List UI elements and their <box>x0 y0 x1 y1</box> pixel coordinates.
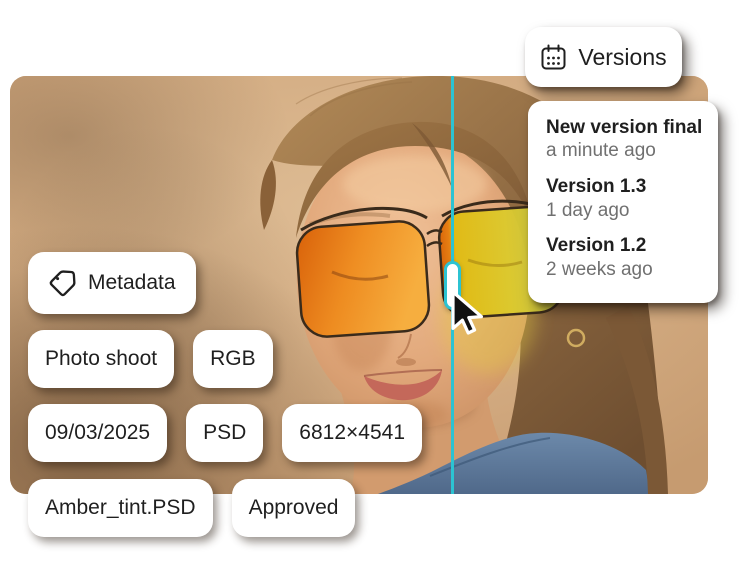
version-title: New version final <box>546 117 700 139</box>
chip-status[interactable]: Approved <box>232 479 356 537</box>
version-time: 2 weeks ago <box>546 258 700 283</box>
chip-file-format[interactable]: PSD <box>186 404 263 462</box>
mouse-cursor-icon <box>449 290 489 336</box>
version-item[interactable]: New version final a minute ago <box>546 117 700 164</box>
chip-photo-shoot[interactable]: Photo shoot <box>28 330 174 388</box>
chip-color-mode[interactable]: RGB <box>193 330 273 388</box>
calendar-icon <box>540 44 567 71</box>
version-item[interactable]: Version 1.2 2 weeks ago <box>546 235 700 282</box>
page: Versions New version final a minute ago … <box>0 0 750 563</box>
versions-button[interactable]: Versions <box>525 27 682 87</box>
metadata-button[interactable]: Metadata <box>28 252 196 314</box>
chip-filename[interactable]: Amber_tint.PSD <box>28 479 213 537</box>
version-time: 1 day ago <box>546 199 700 224</box>
metadata-button-label: Metadata <box>88 271 176 295</box>
chip-dimensions[interactable]: 6812×4541 <box>282 404 422 462</box>
version-title: Version 1.3 <box>546 176 700 198</box>
versions-button-label: Versions <box>578 44 666 71</box>
tag-icon <box>48 269 77 298</box>
version-time: a minute ago <box>546 139 700 164</box>
versions-panel: New version final a minute ago Version 1… <box>528 101 718 303</box>
chip-date[interactable]: 09/03/2025 <box>28 404 167 462</box>
version-title: Version 1.2 <box>546 235 700 257</box>
version-item[interactable]: Version 1.3 1 day ago <box>546 176 700 223</box>
